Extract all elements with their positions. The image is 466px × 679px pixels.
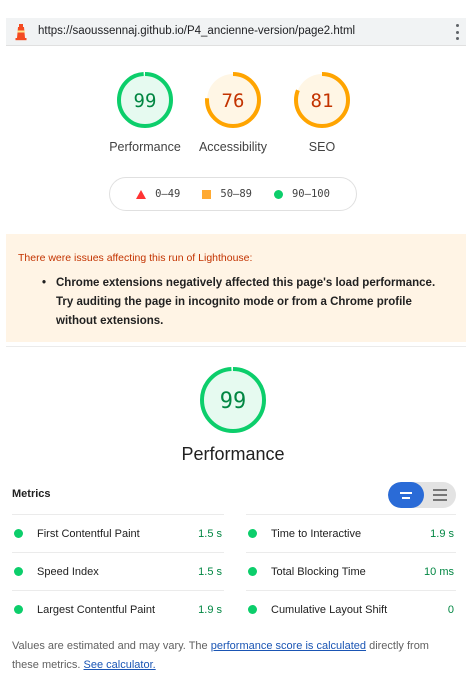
pass-circle-icon: [248, 567, 257, 576]
kebab-menu-icon[interactable]: [454, 24, 460, 40]
gauge-ring: 99: [200, 367, 266, 433]
legend-average-label: 50–89: [220, 188, 252, 200]
gauge-ring: 76: [205, 72, 261, 128]
metrics-view-toggle[interactable]: [388, 482, 456, 508]
gauge-label: Accessibility: [198, 140, 268, 154]
gauge-ring: 99: [117, 72, 173, 128]
url-bar: https://saoussennaj.github.io/P4_ancienn…: [6, 18, 466, 46]
gauge-score: 76: [222, 90, 245, 112]
square-icon: [202, 189, 212, 199]
metric-name: Total Blocking Time: [271, 565, 366, 578]
metric-value: 0: [447, 603, 454, 616]
gauge-label: SEO: [308, 140, 336, 154]
gauge-ring: 81: [294, 72, 350, 128]
gauge-score: 99: [220, 389, 247, 414]
warning-title: There were issues affecting this run of …: [18, 252, 253, 264]
legend-pass-label: 90–100: [291, 188, 330, 200]
legend-average: 50–89: [202, 188, 252, 200]
metric-first-contentful-paint: First Contentful Paint 1.5 s: [12, 514, 224, 552]
score-calculated-link[interactable]: performance score is calculated: [211, 640, 366, 652]
circle-icon: [273, 189, 283, 199]
expanded-view-icon[interactable]: [424, 482, 456, 508]
performance-title: Performance: [181, 444, 285, 464]
see-calculator-link[interactable]: See calculator.: [84, 659, 156, 671]
metrics-footnote: Values are estimated and may vary. The p…: [12, 637, 452, 675]
metric-name: First Contentful Paint: [37, 527, 140, 540]
metric-name: Speed Index: [37, 565, 99, 578]
metric-time-to-interactive: Time to Interactive 1.9 s: [246, 514, 456, 552]
footnote-prefix: Values are estimated and may vary. The: [12, 640, 211, 652]
metrics-title: Metrics: [12, 488, 51, 500]
pass-circle-icon: [14, 529, 23, 538]
accessibility-gauge[interactable]: 76 Accessibility: [185, 70, 281, 154]
triangle-icon: [136, 189, 147, 199]
legend-fail: 0–49: [136, 188, 180, 200]
metric-cumulative-layout-shift: Cumulative Layout Shift 0: [246, 590, 456, 628]
metric-value: 1.5 s: [198, 565, 222, 578]
metric-total-blocking-time: Total Blocking Time 10 ms: [246, 552, 456, 590]
warning-item: Chrome extensions negatively affected th…: [18, 274, 454, 331]
metric-largest-contentful-paint: Largest Contentful Paint 1.9 s: [12, 590, 224, 628]
metric-speed-index: Speed Index 1.5 s: [12, 552, 224, 590]
gauge-score: 81: [311, 90, 334, 112]
metric-value: 1.9 s: [198, 603, 222, 616]
metric-value: 1.5 s: [198, 527, 222, 540]
score-legend: 0–49 50–89 90–100: [109, 177, 357, 211]
pass-circle-icon: [248, 605, 257, 614]
legend-pass: 90–100: [273, 188, 330, 200]
pass-circle-icon: [14, 605, 23, 614]
pass-circle-icon: [14, 567, 23, 576]
url-text[interactable]: https://saoussennaj.github.io/P4_ancienn…: [38, 25, 355, 37]
pass-circle-icon: [248, 529, 257, 538]
legend-fail-label: 0–49: [155, 188, 181, 200]
gauge-label: Performance: [109, 140, 181, 154]
warning-box: There were issues affecting this run of …: [6, 234, 466, 342]
metric-name: Largest Contentful Paint: [37, 603, 156, 616]
metric-value: 1.9 s: [430, 527, 454, 540]
collapsed-view-icon[interactable]: [388, 482, 424, 508]
metric-name: Cumulative Layout Shift: [271, 603, 388, 616]
gauge-score: 99: [134, 90, 157, 112]
section-divider: [6, 346, 466, 347]
metric-value: 10 ms: [424, 565, 454, 578]
metric-name: Time to Interactive: [271, 527, 362, 540]
seo-gauge[interactable]: 81 SEO: [274, 70, 370, 154]
lighthouse-icon: [15, 24, 27, 41]
performance-gauge[interactable]: 99 Performance: [97, 70, 193, 154]
performance-big-gauge[interactable]: 99: [198, 365, 268, 440]
